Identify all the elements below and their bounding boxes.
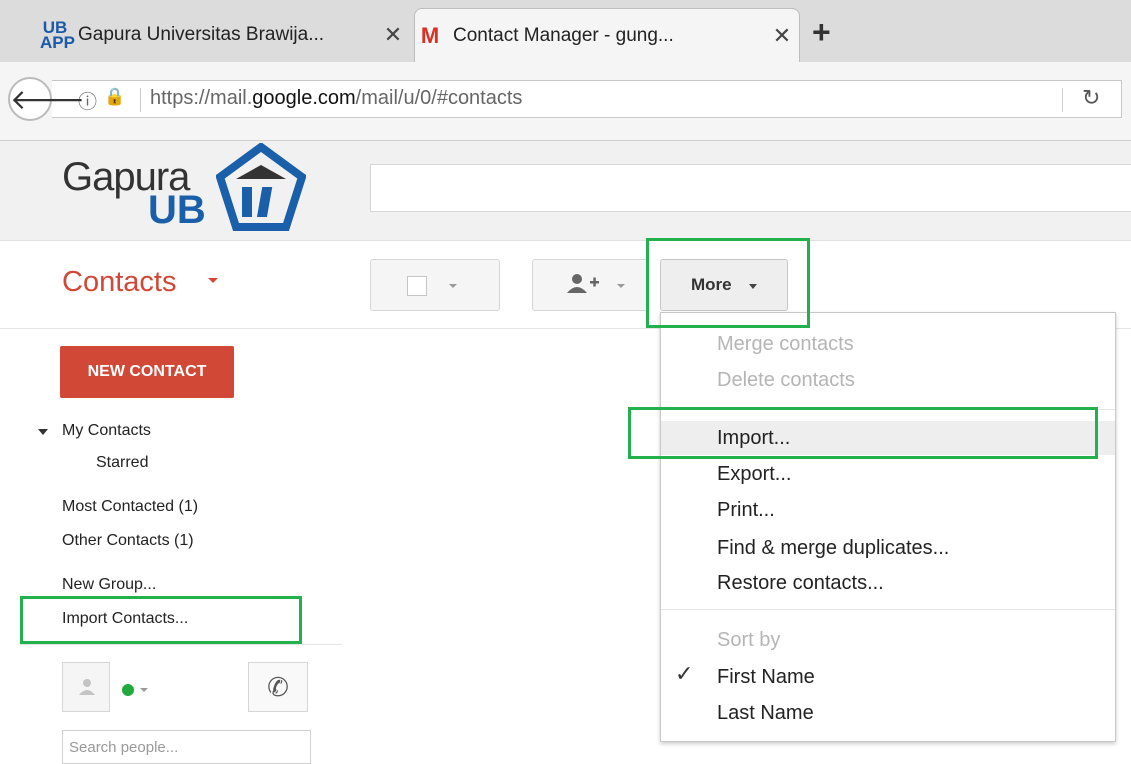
- menu-item-find-merge-duplicates[interactable]: Find & merge duplicates...: [661, 531, 1115, 565]
- page-title[interactable]: Contacts: [62, 266, 176, 299]
- url-text[interactable]: https://mail.google.com/mail/u/0/#contac…: [150, 87, 522, 110]
- back-arrow-icon: 🡐: [10, 84, 86, 115]
- sidebar-item-starred[interactable]: Starred: [96, 454, 148, 472]
- divider: [20, 644, 342, 645]
- highlight-box-import: [628, 407, 1098, 459]
- add-person-icon: [567, 274, 599, 293]
- reload-icon[interactable]: ↻: [1082, 85, 1100, 111]
- menu-item-export[interactable]: Export...: [661, 457, 1115, 491]
- gmail-favicon-icon: M: [420, 22, 440, 48]
- select-checkbox-button[interactable]: [370, 259, 500, 311]
- phone-icon: ✆: [267, 672, 289, 702]
- highlight-box-more: [646, 238, 810, 328]
- highlight-box-import-contacts: [20, 596, 302, 644]
- status-indicator[interactable]: [122, 684, 134, 696]
- phone-button[interactable]: ✆: [248, 662, 308, 712]
- avatar[interactable]: [62, 662, 110, 712]
- close-icon[interactable]: ✕: [376, 22, 410, 48]
- new-contact-button[interactable]: NEW CONTACT: [60, 346, 234, 398]
- close-icon[interactable]: ✕: [765, 23, 799, 49]
- menu-item-sort-first-name[interactable]: First Name: [661, 660, 1115, 694]
- expand-arrow-icon[interactable]: [38, 429, 48, 435]
- chevron-down-icon[interactable]: [208, 278, 218, 283]
- sidebar-item-other-contacts[interactable]: Other Contacts (1): [62, 532, 194, 550]
- tab-title: Gapura Universitas Brawija...: [78, 24, 325, 45]
- sidebar-item-most-contacted[interactable]: Most Contacted (1): [62, 498, 198, 516]
- back-button[interactable]: 🡐: [8, 77, 85, 121]
- new-tab-button[interactable]: +: [812, 14, 831, 51]
- add-to-group-button[interactable]: [532, 259, 648, 311]
- sidebar-item-new-group[interactable]: New Group...: [62, 576, 156, 594]
- chevron-down-icon: [449, 284, 457, 288]
- menu-item-print[interactable]: Print...: [661, 493, 1115, 527]
- menu-item-restore-contacts[interactable]: Restore contacts...: [661, 566, 1115, 600]
- browser-navbar: ⓘ 🔒 https://mail.google.com/mail/u/0/#co…: [0, 62, 1131, 141]
- menu-item-delete-contacts: Delete contacts: [717, 369, 855, 391]
- avatar-icon: [79, 679, 95, 695]
- divider: [661, 609, 1115, 610]
- chevron-down-icon[interactable]: [140, 688, 148, 692]
- ub-app-favicon-icon: UB APP: [40, 18, 75, 52]
- gapura-logo-icon: [216, 143, 306, 231]
- checkbox[interactable]: [407, 276, 427, 296]
- chevron-down-icon: [617, 284, 625, 288]
- address-bar[interactable]: ⓘ 🔒 https://mail.google.com/mail/u/0/#co…: [52, 80, 1122, 118]
- menu-item-merge-contacts: Merge contacts: [717, 333, 854, 355]
- divider: [140, 88, 141, 112]
- sort-by-label: Sort by: [717, 629, 781, 651]
- search-people-input[interactable]: [62, 730, 311, 764]
- tab-gapura[interactable]: UB APP Gapura Universitas Brawija... ✕: [40, 8, 410, 62]
- tab-contact-manager[interactable]: M Contact Manager - gung... ✕: [414, 8, 800, 62]
- browser-tab-strip: UB APP Gapura Universitas Brawija... ✕ M…: [0, 0, 1131, 62]
- lock-icon: 🔒: [104, 87, 126, 106]
- tab-title: Contact Manager - gung...: [453, 24, 674, 46]
- search-input[interactable]: [370, 164, 1131, 212]
- logo-ub: UB: [148, 188, 206, 232]
- divider: [1062, 88, 1063, 112]
- menu-item-sort-last-name[interactable]: Last Name: [661, 696, 1115, 730]
- more-dropdown-menu: Merge contacts Delete contacts Import...…: [660, 312, 1116, 742]
- sidebar-item-my-contacts[interactable]: My Contacts: [62, 422, 151, 440]
